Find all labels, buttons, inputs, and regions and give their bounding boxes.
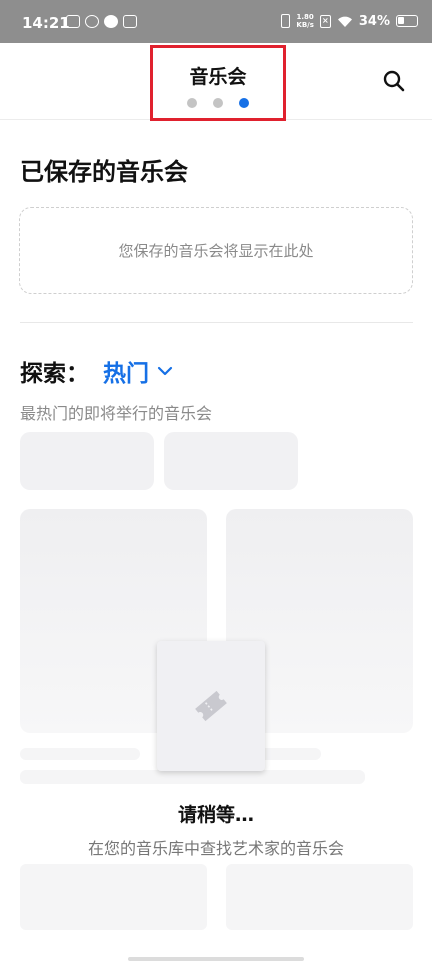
settings-notification-icon	[123, 15, 137, 28]
chevron-down-icon	[157, 366, 173, 376]
card-placeholder	[226, 864, 413, 930]
vibrate-icon	[281, 14, 291, 28]
sync-icon	[85, 15, 99, 28]
filter-chip-placeholder[interactable]	[20, 432, 154, 490]
page-indicator-dot[interactable]	[187, 98, 197, 108]
page-indicator-dot[interactable]	[213, 98, 223, 108]
loading-subtitle: 在您的音乐库中查找艺术家的音乐会	[87, 839, 344, 858]
mail-icon	[66, 15, 80, 28]
notification-icons	[66, 15, 137, 28]
page-indicator[interactable]	[153, 98, 283, 108]
loading-title: 请稍等…	[177, 804, 254, 826]
explore-label: 探索：	[20, 361, 89, 387]
search-button[interactable]	[378, 65, 410, 97]
wifi-icon	[337, 15, 353, 28]
battery-fill	[398, 17, 404, 24]
loading-ticket-card	[157, 641, 265, 771]
saved-concerts-title: 已保存的音乐会	[20, 158, 188, 186]
status-bar: 14:21 1.80 KB/s × 34%	[0, 0, 432, 43]
battery-icon	[396, 15, 418, 27]
explore-subtitle: 最热门的即将举行的音乐会	[20, 404, 213, 423]
battery-percent: 34%	[358, 13, 390, 29]
network-speed-unit: KB/s	[296, 21, 314, 29]
network-speed: 1.80 KB/s	[296, 13, 313, 29]
saved-concerts-empty-text: 您保存的音乐会将显示在此处	[118, 242, 314, 260]
page-indicator-dot[interactable]	[239, 98, 249, 108]
filter-chip-placeholder[interactable]	[164, 432, 298, 490]
ticket-icon	[195, 690, 227, 722]
section-divider	[20, 322, 413, 323]
app-notification-icon	[104, 15, 118, 28]
explore-filter-value: 热门	[103, 361, 149, 387]
search-icon	[383, 70, 405, 92]
network-speed-value: 1.80	[296, 13, 314, 21]
card-placeholder	[20, 864, 207, 930]
status-time: 14:21	[22, 14, 70, 32]
status-right: 1.80 KB/s × 34%	[281, 13, 418, 29]
app-header: 音乐会	[0, 43, 432, 121]
home-indicator[interactable]	[128, 957, 304, 961]
saved-concerts-empty: 您保存的音乐会将显示在此处	[19, 207, 413, 294]
explore-row: 探索： 热门	[20, 354, 173, 388]
explore-filter-dropdown[interactable]: 热门	[103, 354, 173, 388]
page-title: 音乐会	[189, 66, 247, 88]
text-placeholder	[20, 748, 140, 760]
no-sim-icon: ×	[319, 14, 331, 28]
text-placeholder	[20, 770, 365, 784]
title-highlight-box: 音乐会	[150, 45, 286, 121]
